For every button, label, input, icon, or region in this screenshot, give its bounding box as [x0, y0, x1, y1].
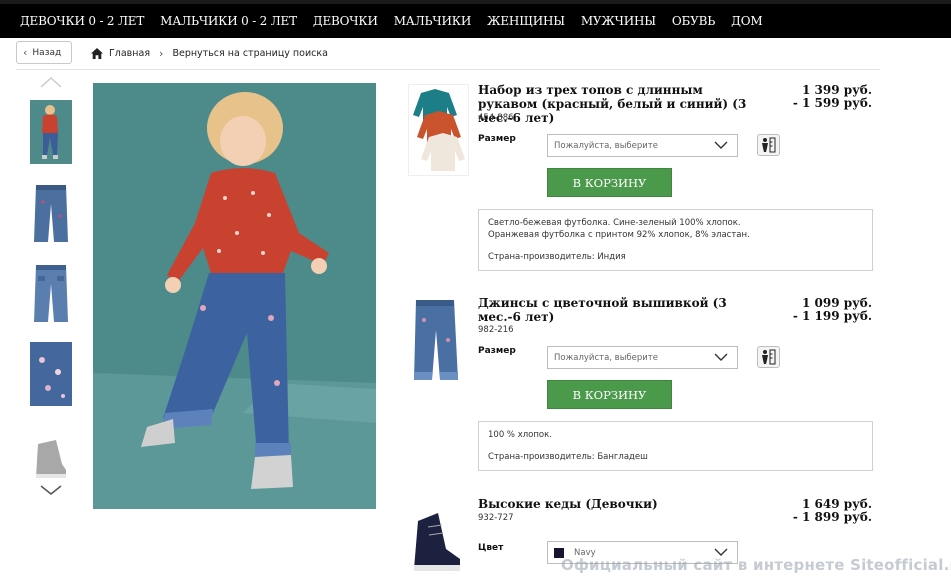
product-title[interactable]: Набор из трех топов с длинным рукавом (к…: [478, 83, 758, 125]
add-to-cart-button[interactable]: В КОРЗИНУ: [547, 380, 672, 409]
description-line: Светло-бежевая футболка. Сине-зеленый 10…: [488, 218, 741, 228]
chevron-down-icon[interactable]: [39, 484, 63, 496]
breadcrumb: Главная › Вернуться на страницу поиска: [91, 47, 328, 60]
price-to: - 1 599 руб.: [792, 96, 872, 110]
nav-item-girls-0-2[interactable]: ДЕВОЧКИ 0 - 2 ЛЕТ: [20, 14, 144, 28]
size-label: Размер: [478, 346, 516, 356]
chevron-up-icon[interactable]: [39, 76, 63, 88]
product-price: 1 099 руб. - 1 199 руб.: [793, 297, 872, 323]
nav-item-home[interactable]: ДОМ: [731, 14, 762, 28]
home-icon[interactable]: [91, 48, 103, 59]
color-label: Цвет: [478, 543, 504, 553]
description-line: 100 % хлопок.: [488, 430, 552, 440]
chevron-right-icon: ›: [159, 47, 164, 60]
product-image-jeans[interactable]: [408, 296, 469, 386]
back-button[interactable]: ‹ Назад: [16, 41, 72, 64]
add-to-cart-button[interactable]: В КОРЗИНУ: [547, 168, 672, 197]
size-guide-button[interactable]: [757, 346, 780, 368]
product-code: 932-727: [478, 513, 514, 523]
nav-item-women[interactable]: ЖЕНЩИНЫ: [487, 14, 565, 28]
gallery-thumb-2[interactable]: [30, 182, 72, 246]
chevron-left-icon: ‹: [23, 46, 28, 59]
price-to: - 1 899 руб.: [792, 510, 872, 524]
chevron-down-icon: [714, 353, 728, 361]
gallery-thumb-5[interactable]: [30, 424, 72, 488]
size-guide-icon: [762, 137, 776, 153]
nav-item-girls[interactable]: ДЕВОЧКИ: [313, 14, 378, 28]
breadcrumb-home-link[interactable]: Главная: [109, 48, 150, 59]
size-select[interactable]: Пожалуйста, выберите: [547, 134, 738, 157]
nav-item-boys-0-2[interactable]: МАЛЬЧИКИ 0 - 2 ЛЕТ: [160, 14, 297, 28]
main-product-image: [93, 83, 376, 509]
top-navigation: ДЕВОЧКИ 0 - 2 ЛЕТ МАЛЬЧИКИ 0 - 2 ЛЕТ ДЕВ…: [0, 0, 951, 38]
breadcrumb-search-link[interactable]: Вернуться на страницу поиска: [172, 48, 327, 59]
nav-item-boys[interactable]: МАЛЬЧИКИ: [394, 14, 472, 28]
size-label: Размер: [478, 134, 516, 144]
product-description: Светло-бежевая футболка. Сине-зеленый 10…: [478, 209, 873, 271]
size-select-value: Пожалуйста, выберите: [554, 352, 658, 363]
product-image-tops[interactable]: [408, 84, 469, 176]
gallery-thumb-1[interactable]: [30, 100, 72, 164]
chevron-down-icon: [714, 141, 728, 149]
product-code: 454-886: [478, 113, 514, 123]
product-title[interactable]: Высокие кеды (Девочки): [478, 497, 758, 511]
size-guide-button[interactable]: [757, 134, 780, 156]
product-description: 100 % хлопок. Страна-производитель: Банг…: [478, 421, 873, 471]
product-code: 982-216: [478, 325, 514, 335]
product-price: 1 649 руб. - 1 899 руб.: [793, 498, 872, 524]
product-title[interactable]: Джинсы с цветочной вышивкой (3 мес.-6 ле…: [478, 296, 758, 324]
product-price: 1 399 руб. - 1 599 руб.: [793, 84, 872, 110]
gallery-thumb-3[interactable]: [30, 262, 72, 326]
size-guide-icon: [762, 349, 776, 365]
origin-country: Страна-производитель: Бангладеш: [488, 452, 648, 462]
divider: [16, 69, 880, 70]
size-select[interactable]: Пожалуйста, выберите: [547, 346, 738, 369]
nav-item-men[interactable]: МУЖЧИНЫ: [581, 14, 656, 28]
origin-country: Страна-производитель: Индия: [488, 252, 626, 262]
gallery-thumb-4[interactable]: [30, 342, 72, 406]
description-line: Оранжевая футболка с принтом 92% хлопок,…: [488, 230, 750, 240]
product-image-sneakers[interactable]: [408, 497, 469, 577]
back-button-label: Назад: [32, 47, 62, 58]
nav-item-shoes[interactable]: ОБУВЬ: [672, 14, 715, 28]
watermark: Официальный сайт в интернете Siteofficia…: [561, 556, 951, 574]
price-to: - 1 199 руб.: [792, 309, 872, 323]
size-select-value: Пожалуйста, выберите: [554, 140, 658, 151]
